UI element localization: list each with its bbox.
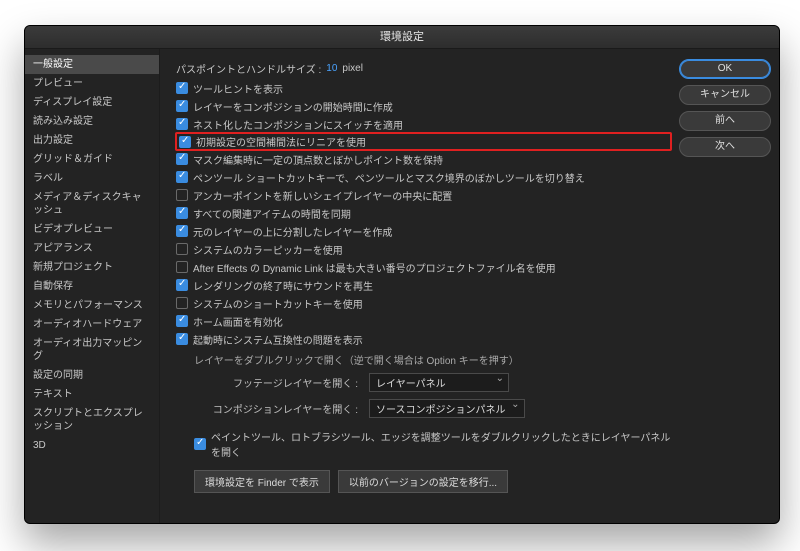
- checkbox[interactable]: [176, 153, 188, 165]
- checkbox-row: システムのショートカットキーを使用: [176, 294, 671, 312]
- checkbox-row: ツールヒントを表示: [176, 79, 671, 97]
- checkbox[interactable]: [179, 136, 191, 148]
- checkbox-label: 元のレイヤーの上に分割したレイヤーを作成: [193, 224, 392, 239]
- checkbox-label: すべての関連アイテムの時間を同期: [193, 206, 351, 221]
- checkbox-label: レンダリングの終了時にサウンドを再生: [193, 278, 373, 293]
- path-size-row: パスポイントとハンドルサイズ : 10 pixel: [176, 59, 671, 77]
- dialog-buttons: OK キャンセル 前へ 次へ: [671, 59, 771, 513]
- checkbox-row: レンダリングの終了時にサウンドを再生: [176, 276, 671, 294]
- checkbox[interactable]: [176, 297, 188, 309]
- checkbox-label: システムのカラーピッカーを使用: [193, 242, 343, 257]
- path-size-value[interactable]: 10: [326, 63, 337, 74]
- checkbox[interactable]: [176, 261, 188, 273]
- checkbox-row: システムのカラーピッカーを使用: [176, 240, 671, 258]
- sidebar-item[interactable]: 自動保存: [25, 277, 159, 296]
- sidebar-item[interactable]: メモリとパフォーマンス: [25, 296, 159, 315]
- checkbox-label: システムのショートカットキーを使用: [193, 296, 363, 311]
- comp-layer-dropdown[interactable]: ソースコンポジションパネル: [369, 399, 525, 418]
- sidebar-item[interactable]: ビデオプレビュー: [25, 220, 159, 239]
- paint-tool-row: ペイントツール、ロトブラシツール、エッジを調整ツールをダブルクリックしたときにレ…: [194, 427, 671, 460]
- sidebar-item[interactable]: 読み込み設定: [25, 112, 159, 131]
- sidebar-item[interactable]: 3D: [25, 436, 159, 455]
- checkbox-label: ネスト化したコンポジションにスイッチを適用: [193, 117, 403, 132]
- checkbox-row: すべての関連アイテムの時間を同期: [176, 204, 671, 222]
- checkbox-label: ホーム画面を有効化: [193, 314, 283, 329]
- checkbox[interactable]: [176, 243, 188, 255]
- cancel-button[interactable]: キャンセル: [679, 85, 771, 105]
- preferences-window: 環境設定 一般設定プレビューディスプレイ設定読み込み設定出力設定グリッド＆ガイド…: [24, 25, 780, 524]
- double-click-group: レイヤーをダブルクリックで開く（逆で開く場合は Option キーを押す） フッ…: [194, 352, 671, 460]
- checkbox[interactable]: [176, 118, 188, 130]
- sidebar-item[interactable]: ディスプレイ設定: [25, 93, 159, 112]
- checkbox[interactable]: [176, 333, 188, 345]
- sidebar-item[interactable]: ラベル: [25, 169, 159, 188]
- path-size-unit: pixel: [342, 63, 363, 74]
- paint-tool-label: ペイントツール、ロトブラシツール、エッジを調整ツールをダブルクリックしたときにレ…: [211, 429, 671, 459]
- checkbox-row: マスク編集時に一定の頂点数とぼかしポイント数を保持: [176, 150, 671, 168]
- checkbox-row: 元のレイヤーの上に分割したレイヤーを作成: [176, 222, 671, 240]
- checkbox-label: レイヤーをコンポジションの開始時間に作成: [193, 99, 393, 114]
- path-size-label: パスポイントとハンドルサイズ :: [176, 61, 321, 76]
- checkbox-label: マスク編集時に一定の頂点数とぼかしポイント数を保持: [193, 152, 443, 167]
- sidebar-item[interactable]: メディア＆ディスクキャッシュ: [25, 188, 159, 220]
- next-button[interactable]: 次へ: [679, 137, 771, 157]
- checkbox-label: ペンツール ショートカットキーで、ペンツールとマスク境界のぼかしツールを切り替え: [193, 170, 585, 185]
- footage-layer-row: フッテージレイヤーを開く : レイヤーパネル: [194, 371, 671, 393]
- checkbox[interactable]: [176, 207, 188, 219]
- checkbox-row: アンカーポイントを新しいシェイプレイヤーの中央に配置: [176, 186, 671, 204]
- checkbox-row: After Effects の Dynamic Link は最も大きい番号のプロ…: [176, 258, 671, 276]
- sidebar-item[interactable]: スクリプトとエクスプレッション: [25, 404, 159, 436]
- sidebar-item[interactable]: アピアランス: [25, 239, 159, 258]
- main-panel: パスポイントとハンドルサイズ : 10 pixel ツールヒントを表示レイヤーを…: [160, 49, 779, 523]
- checkbox-row: レイヤーをコンポジションの開始時間に作成: [176, 97, 671, 115]
- checkbox-label: アンカーポイントを新しいシェイプレイヤーの中央に配置: [193, 188, 452, 203]
- checkbox[interactable]: [176, 171, 188, 183]
- checkbox[interactable]: [176, 315, 188, 327]
- sidebar-item[interactable]: テキスト: [25, 385, 159, 404]
- sidebar-item[interactable]: 新規プロジェクト: [25, 258, 159, 277]
- sidebar-item[interactable]: オーディオハードウェア: [25, 315, 159, 334]
- sidebar-item[interactable]: 一般設定: [25, 55, 159, 74]
- checkbox-label: 起動時にシステム互換性の問題を表示: [193, 332, 363, 347]
- checkbox[interactable]: [176, 100, 188, 112]
- checkbox-label: ツールヒントを表示: [193, 81, 283, 96]
- sidebar-item[interactable]: プレビュー: [25, 74, 159, 93]
- double-click-title: レイヤーをダブルクリックで開く（逆で開く場合は Option キーを押す）: [194, 352, 671, 367]
- paint-tool-checkbox[interactable]: [194, 438, 206, 450]
- ok-button[interactable]: OK: [679, 59, 771, 79]
- sidebar-item[interactable]: オーディオ出力マッピング: [25, 334, 159, 366]
- comp-layer-label: コンポジションレイヤーを開く :: [194, 401, 364, 416]
- sidebar-item[interactable]: 設定の同期: [25, 366, 159, 385]
- comp-layer-row: コンポジションレイヤーを開く : ソースコンポジションパネル: [194, 397, 671, 419]
- window-body: 一般設定プレビューディスプレイ設定読み込み設定出力設定グリッド＆ガイドラベルメデ…: [25, 49, 779, 523]
- checkbox[interactable]: [176, 225, 188, 237]
- checkbox[interactable]: [176, 189, 188, 201]
- migrate-settings-button[interactable]: 以前のバージョンの設定を移行...: [338, 470, 508, 493]
- footage-layer-dropdown[interactable]: レイヤーパネル: [369, 373, 509, 392]
- footage-layer-label: フッテージレイヤーを開く :: [194, 375, 364, 390]
- settings-column: パスポイントとハンドルサイズ : 10 pixel ツールヒントを表示レイヤーを…: [176, 59, 671, 513]
- window-title: 環境設定: [25, 26, 779, 49]
- prev-button[interactable]: 前へ: [679, 111, 771, 131]
- reveal-in-finder-button[interactable]: 環境設定を Finder で表示: [194, 470, 330, 493]
- checkbox-row: 起動時にシステム互換性の問題を表示: [176, 330, 671, 348]
- checkbox-label: 初期設定の空間補間法にリニアを使用: [196, 134, 366, 149]
- checkbox-row: ネスト化したコンポジションにスイッチを適用: [176, 115, 671, 133]
- sidebar: 一般設定プレビューディスプレイ設定読み込み設定出力設定グリッド＆ガイドラベルメデ…: [25, 49, 160, 523]
- checkbox-row: ホーム画面を有効化: [176, 312, 671, 330]
- checkbox-label: After Effects の Dynamic Link は最も大きい番号のプロ…: [193, 260, 556, 275]
- checkbox[interactable]: [176, 82, 188, 94]
- checkbox-row: ペンツール ショートカットキーで、ペンツールとマスク境界のぼかしツールを切り替え: [176, 168, 671, 186]
- checkbox-list: ツールヒントを表示レイヤーをコンポジションの開始時間に作成ネスト化したコンポジシ…: [176, 79, 671, 348]
- footer-buttons: 環境設定を Finder で表示 以前のバージョンの設定を移行...: [194, 470, 671, 493]
- checkbox-row: 初期設定の空間補間法にリニアを使用: [175, 132, 672, 151]
- checkbox[interactable]: [176, 279, 188, 291]
- sidebar-item[interactable]: グリッド＆ガイド: [25, 150, 159, 169]
- sidebar-item[interactable]: 出力設定: [25, 131, 159, 150]
